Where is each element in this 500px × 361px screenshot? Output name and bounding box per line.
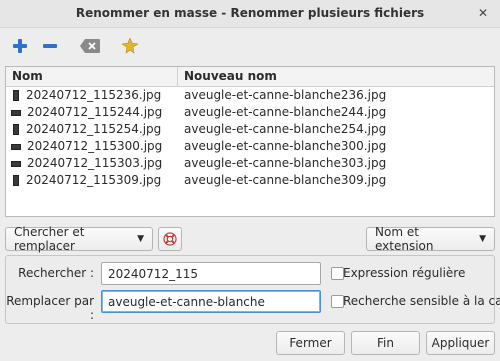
close-button[interactable]: Fermer	[276, 331, 345, 355]
clear-icon	[80, 39, 100, 53]
list-header: Nom Nouveau nom	[6, 67, 494, 87]
file-row[interactable]: 20240712_115236.jpg aveugle-et-canne-blan…	[6, 87, 494, 104]
file-name: 20240712_115236.jpg	[26, 88, 162, 102]
file-row[interactable]: 20240712_115254.jpg aveugle-et-canne-blan…	[6, 121, 494, 138]
replace-input[interactable]	[101, 290, 321, 313]
scope-dropdown-label: Nom et extension	[375, 225, 434, 253]
add-files-button[interactable]	[8, 34, 32, 58]
file-row[interactable]: 20240712_115300.jpg aveugle-et-canne-blan…	[6, 138, 494, 155]
close-window-button[interactable]: ✕	[474, 4, 492, 22]
image-thumbnail-icon	[11, 160, 21, 167]
remove-files-button[interactable]	[38, 34, 62, 58]
done-button[interactable]: Fin	[351, 331, 420, 355]
replace-label: Remplacer par :	[6, 294, 94, 322]
lifebuoy-icon	[163, 232, 177, 246]
file-list[interactable]: Nom Nouveau nom 20240712_115236.jpgaveug…	[5, 66, 495, 217]
file-row[interactable]: 20240712_115303.jpg aveugle-et-canne-blan…	[6, 155, 494, 172]
title-bar: Renommer en masse - Renommer plusieurs f…	[0, 0, 500, 28]
mode-dropdown-label: Chercher et remplacer	[14, 225, 85, 253]
image-thumbnail-icon	[13, 124, 19, 135]
case-sensitive-checkbox-label[interactable]: Recherche sensible à la casse	[343, 294, 500, 308]
image-thumbnail-icon	[13, 90, 19, 101]
new-file-name: aveugle-et-canne-blanche236.jpg	[184, 88, 387, 102]
file-name-cell: 20240712_115303.jpg	[6, 155, 178, 172]
image-thumbnail-icon	[13, 175, 19, 186]
new-file-name: aveugle-et-canne-blanche254.jpg	[184, 122, 387, 136]
file-name-cell: 20240712_115236.jpg	[6, 87, 178, 104]
search-input[interactable]	[101, 262, 321, 285]
new-file-name: aveugle-et-canne-blanche303.jpg	[184, 156, 387, 170]
new-file-name: aveugle-et-canne-blanche244.jpg	[184, 105, 387, 119]
file-rows: 20240712_115236.jpg aveugle-et-canne-blan…	[6, 87, 494, 189]
file-name-cell: 20240712_115309.jpg	[6, 172, 178, 189]
file-name: 20240712_115309.jpg	[26, 173, 162, 187]
new-file-name: aveugle-et-canne-blanche309.jpg	[184, 173, 387, 187]
options-button[interactable]	[118, 34, 142, 58]
new-file-name: aveugle-et-canne-blanche300.jpg	[184, 139, 387, 153]
search-replace-panel: Rechercher : Expression régulière Rempla…	[5, 255, 500, 324]
mode-dropdown[interactable]: Chercher et remplacer ▼	[5, 225, 153, 253]
file-row[interactable]: 20240712_115309.jpg aveugle-et-canne-blan…	[6, 172, 494, 189]
regex-checkbox-label[interactable]: Expression régulière	[343, 266, 465, 280]
column-header-new-name[interactable]: Nouveau nom	[178, 67, 494, 86]
search-label: Rechercher :	[18, 266, 94, 280]
help-button[interactable]	[158, 227, 182, 251]
file-name-cell: 20240712_115254.jpg	[6, 121, 178, 138]
file-row[interactable]: 20240712_115244.jpg aveugle-et-canne-blan…	[6, 104, 494, 121]
window-title: Renommer en masse - Renommer plusieurs f…	[75, 6, 425, 20]
file-name: 20240712_115303.jpg	[27, 156, 163, 170]
remove-icon	[43, 44, 57, 48]
scope-dropdown[interactable]: Nom et extension ▼	[366, 225, 495, 253]
apply-button[interactable]: Appliquer	[426, 331, 495, 355]
options-icon	[122, 38, 138, 54]
chevron-down-icon: ▼	[479, 234, 486, 244]
column-header-name[interactable]: Nom	[6, 67, 178, 86]
file-name: 20240712_115300.jpg	[27, 139, 163, 153]
toolbar	[0, 28, 500, 64]
clear-list-button[interactable]	[78, 34, 102, 58]
image-thumbnail-icon	[11, 109, 21, 116]
file-name-cell: 20240712_115300.jpg	[6, 138, 178, 155]
add-icon	[13, 39, 27, 53]
file-name: 20240712_115254.jpg	[26, 122, 162, 136]
file-name: 20240712_115244.jpg	[27, 105, 163, 119]
file-name-cell: 20240712_115244.jpg	[6, 104, 178, 121]
image-thumbnail-icon	[11, 143, 21, 150]
chevron-down-icon: ▼	[137, 234, 144, 244]
